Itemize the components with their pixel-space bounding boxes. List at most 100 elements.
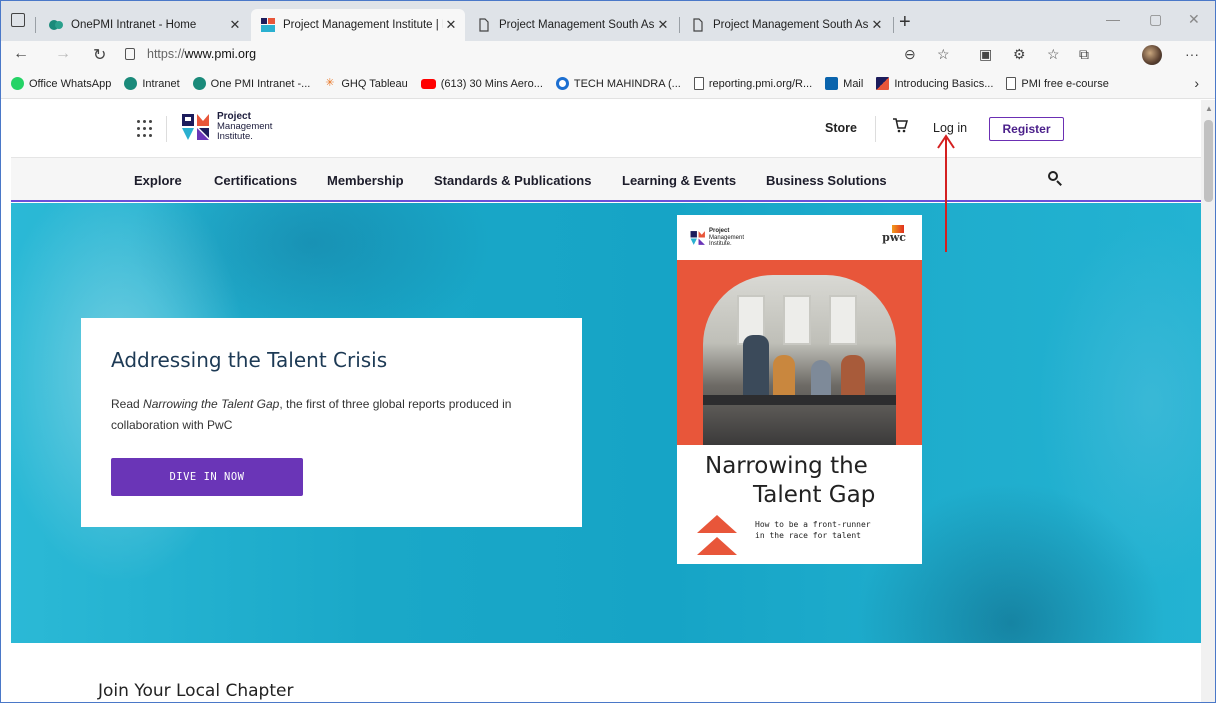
bookmark-youtube[interactable]: (613) 30 Mins Aero... bbox=[420, 78, 543, 90]
tab-separator bbox=[893, 17, 894, 33]
pmi-logo[interactable]: Project Management Institute. bbox=[181, 112, 272, 142]
bookmark-introducing-basics[interactable]: Introducing Basics... bbox=[876, 77, 993, 90]
close-tab-icon[interactable]: ✕ bbox=[869, 17, 885, 33]
puzzle-icon[interactable]: ⚙ bbox=[1013, 46, 1026, 63]
header-divider bbox=[875, 116, 876, 142]
tech-mahindra-icon bbox=[555, 77, 569, 90]
tab-title: OnePMI Intranet - Home bbox=[71, 19, 197, 31]
page-scrollbar[interactable]: ▲ bbox=[1201, 100, 1215, 702]
bookmark-ghq-tableau[interactable]: ✳ GHQ Tableau bbox=[323, 77, 408, 90]
pmi-icon bbox=[876, 77, 890, 90]
favorite-add-icon[interactable]: ☆ bbox=[937, 46, 950, 63]
bookmark-intranet[interactable]: Intranet bbox=[124, 77, 180, 90]
cover-office-photo bbox=[703, 275, 896, 445]
minimize-icon[interactable]: — bbox=[1106, 11, 1120, 27]
whatsapp-icon bbox=[11, 77, 24, 90]
close-window-icon[interactable]: ✕ bbox=[1188, 11, 1200, 28]
bookmark-mail[interactable]: Mail bbox=[825, 77, 863, 90]
hero-body: Read Narrowing the Talent Gap, the first… bbox=[111, 397, 512, 432]
cover-pmi-logo: Project Management Institute. bbox=[690, 228, 744, 248]
pmi-logo-mark-icon bbox=[182, 114, 209, 140]
register-button[interactable]: Register bbox=[989, 117, 1064, 141]
section-title: Join Your Local Chapter bbox=[98, 681, 294, 701]
hero-banner: Addressing the Talent Crisis Read Narrow… bbox=[11, 203, 1201, 643]
intranet-icon bbox=[192, 77, 206, 90]
url-field[interactable]: https://www.pmi.org bbox=[147, 47, 256, 61]
store-link[interactable]: Store bbox=[825, 121, 857, 135]
login-link[interactable]: Log in bbox=[933, 121, 967, 135]
nav-explore[interactable]: Explore bbox=[134, 173, 182, 188]
page-icon bbox=[1006, 77, 1017, 90]
nav-business-solutions[interactable]: Business Solutions bbox=[766, 173, 887, 188]
collections-icon[interactable]: ⧉ bbox=[1079, 46, 1089, 63]
bookmark-one-pmi-intranet[interactable]: One PMI Intranet -... bbox=[192, 77, 310, 90]
tab-strip: OnePMI Intranet - Home ✕ Project Managem… bbox=[1, 1, 1215, 41]
scrollbar-thumb[interactable] bbox=[1204, 120, 1213, 202]
cover-arrows-graphic-icon bbox=[697, 515, 737, 555]
bookmark-tech-mahindra[interactable]: TECH MAHINDRA (... bbox=[555, 77, 681, 90]
extension-icon[interactable]: ▣ bbox=[979, 46, 992, 63]
close-tab-icon[interactable]: ✕ bbox=[655, 17, 671, 33]
cart-icon[interactable] bbox=[892, 117, 908, 133]
refresh-icon[interactable]: ↻ bbox=[93, 45, 106, 65]
close-tab-icon[interactable]: ✕ bbox=[227, 17, 243, 33]
zoom-icon[interactable]: ⊖ bbox=[904, 46, 916, 63]
page-favicon-icon bbox=[479, 18, 489, 32]
new-tab-icon[interactable]: + bbox=[899, 11, 911, 34]
tab-pm-south-asia-2[interactable]: Project Management South Asia ✕ bbox=[681, 9, 891, 41]
tab-title: Project Management Institute | P bbox=[283, 19, 443, 31]
bookmark-pmi-free-ecourse[interactable]: PMI free e-course bbox=[1006, 77, 1109, 90]
cover-title-line2: Talent Gap bbox=[753, 482, 876, 508]
search-icon[interactable] bbox=[1048, 171, 1062, 186]
pmi-logo-mark-icon bbox=[690, 230, 705, 245]
back-icon[interactable]: ← bbox=[13, 45, 29, 63]
browser-window: OnePMI Intranet - Home ✕ Project Managem… bbox=[0, 0, 1216, 703]
tab-onepmi-intranet[interactable]: OnePMI Intranet - Home ✕ bbox=[39, 9, 249, 41]
cover-title-line1: Narrowing the bbox=[705, 453, 868, 479]
close-tab-icon[interactable]: ✕ bbox=[443, 17, 459, 33]
profile-avatar[interactable] bbox=[1142, 45, 1162, 65]
hero-card: Addressing the Talent Crisis Read Narrow… bbox=[81, 318, 582, 527]
tab-pm-south-asia-1[interactable]: Project Management South Asia ✕ bbox=[467, 9, 677, 41]
scroll-up-icon[interactable]: ▲ bbox=[1205, 104, 1213, 113]
tab-title: Project Management South Asia bbox=[713, 19, 869, 31]
hero-title: Addressing the Talent Crisis bbox=[111, 348, 388, 372]
tableau-icon: ✳ bbox=[325, 77, 335, 89]
page-viewport: Project Management Institute. Store Log … bbox=[11, 100, 1201, 702]
bookmarks-bar: Office WhatsApp Intranet One PMI Intrane… bbox=[1, 69, 1215, 99]
nav-learning-events[interactable]: Learning & Events bbox=[622, 173, 736, 188]
intranet-icon bbox=[124, 77, 138, 90]
nav-standards-publications[interactable]: Standards & Publications bbox=[434, 173, 591, 188]
tab-actions-icon[interactable] bbox=[11, 13, 25, 27]
lock-icon[interactable] bbox=[125, 48, 135, 60]
pmi-favicon-icon bbox=[261, 18, 275, 32]
pwc-logo: pwc bbox=[882, 231, 906, 244]
more-icon[interactable]: ··· bbox=[1185, 46, 1199, 62]
more-bookmarks-chevron-icon[interactable]: › bbox=[1194, 75, 1199, 91]
header-divider bbox=[166, 116, 167, 142]
main-navigation: Explore Certifications Membership Standa… bbox=[11, 158, 1201, 202]
nav-certifications[interactable]: Certifications bbox=[214, 173, 297, 188]
bookmark-reporting[interactable]: reporting.pmi.org/R... bbox=[693, 77, 812, 90]
tab-title: Project Management South Asia bbox=[499, 19, 655, 31]
address-bar: ← → ↻ https://www.pmi.org ⊖ ☆ ▣ ⚙ ☆ ⧉ ··… bbox=[1, 41, 1215, 69]
forward-icon[interactable]: → bbox=[55, 45, 71, 63]
report-cover-image[interactable]: Project Management Institute. pwc Narrowin… bbox=[677, 215, 922, 564]
tab-separator bbox=[679, 17, 680, 33]
page-favicon-icon bbox=[693, 18, 703, 32]
nav-membership[interactable]: Membership bbox=[327, 173, 404, 188]
site-header: Project Management Institute. Store Log … bbox=[11, 100, 1201, 158]
tab-separator bbox=[35, 17, 36, 33]
pmi-logo-text: Project Management Institute. bbox=[217, 111, 273, 142]
dive-in-now-button[interactable]: DIVE IN NOW bbox=[111, 458, 303, 496]
favorites-icon[interactable]: ☆ bbox=[1047, 46, 1060, 63]
restore-icon[interactable]: ▢ bbox=[1149, 11, 1162, 28]
intranet-favicon-icon bbox=[49, 20, 63, 30]
page-icon bbox=[693, 77, 704, 90]
outlook-icon bbox=[825, 77, 839, 90]
cover-subtitle: How to be a front-runner in the race for… bbox=[755, 520, 871, 540]
youtube-icon bbox=[420, 78, 436, 89]
bookmark-office-whatsapp[interactable]: Office WhatsApp bbox=[11, 77, 111, 90]
tab-pmi[interactable]: Project Management Institute | P ✕ bbox=[251, 9, 465, 41]
apps-grid-icon[interactable] bbox=[137, 120, 155, 138]
